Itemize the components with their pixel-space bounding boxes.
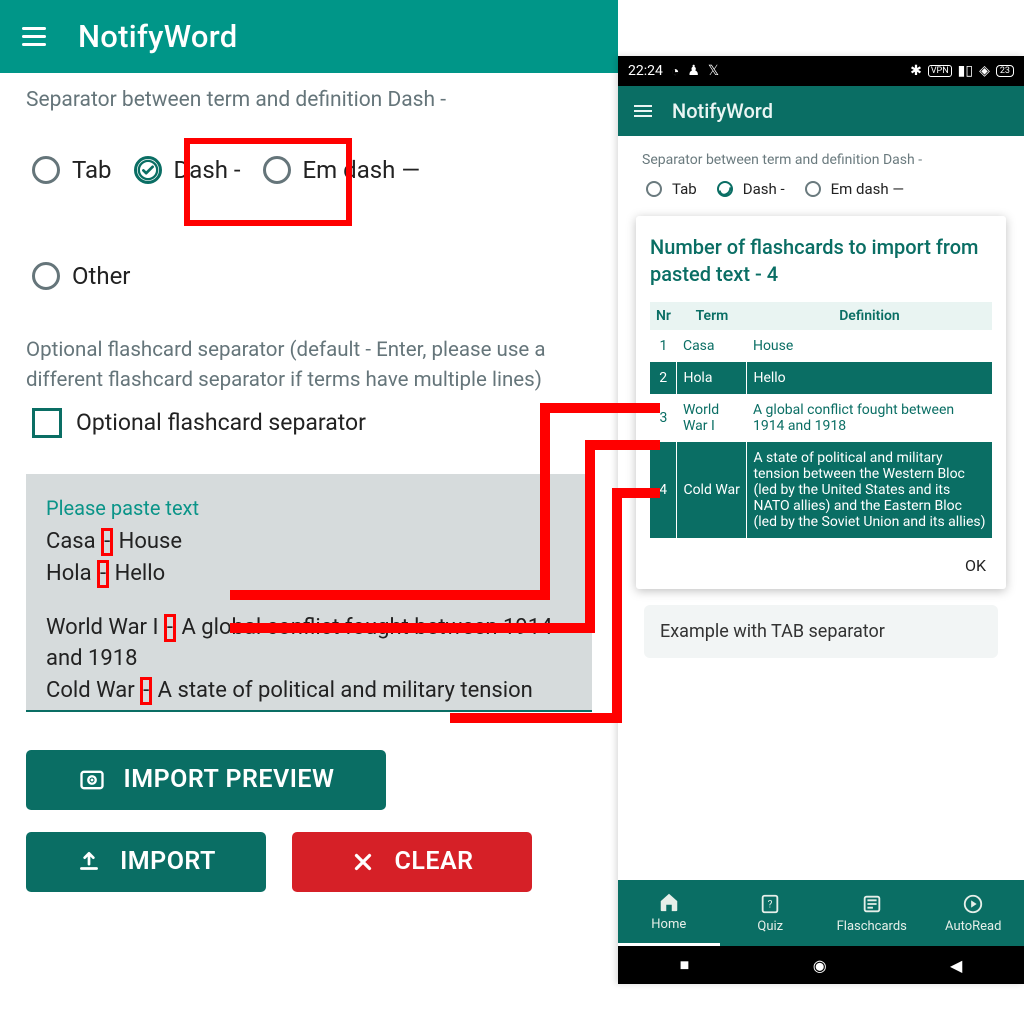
col-nr: Nr xyxy=(650,302,677,330)
phone-mock: 22:24 ◔ ♟ 𝕏 ✱ VPN ▮▯ ◈ 23 NotifyWord Sep… xyxy=(618,56,1024,984)
example-title: Example with TAB separator xyxy=(660,621,885,642)
status-bar: 22:24 ◔ ♟ 𝕏 ✱ VPN ▮▯ ◈ 23 xyxy=(618,56,1024,86)
menu-icon[interactable] xyxy=(18,23,50,50)
close-icon xyxy=(350,849,376,875)
nav-flashcards[interactable]: Flaschcards xyxy=(821,880,923,946)
table-row: 4Cold WarA state of political and milita… xyxy=(650,442,992,538)
signal-icon: ▮▯ xyxy=(958,63,973,79)
nav-flashcards-label: Flaschcards xyxy=(837,919,907,934)
col-def: Definition xyxy=(747,302,992,330)
table-row: 1CasaHouse xyxy=(650,330,992,362)
radio-icon xyxy=(263,156,291,184)
separator-label: Separator between term and definition Da… xyxy=(26,87,592,114)
play-icon xyxy=(962,893,984,915)
menu-icon[interactable] xyxy=(632,103,654,119)
status-icon: 𝕏 xyxy=(708,63,719,79)
radio-tab[interactable]: Tab xyxy=(32,140,112,200)
paste-line-1: Casa - House xyxy=(46,526,572,558)
action-buttons: IMPORT PREVIEW IMPORT CLEAR xyxy=(26,750,592,892)
col-term: Term xyxy=(677,302,747,330)
paste-line-4: Cold War - A state of political and mili… xyxy=(46,675,572,711)
nav-home[interactable]: Home xyxy=(618,880,720,946)
bluetooth-icon: ✱ xyxy=(910,63,922,79)
battery-icon: 23 xyxy=(996,65,1014,77)
wifi-icon: ◈ xyxy=(979,63,990,79)
highlight-dash-1: - xyxy=(101,528,113,556)
paste-line-3: World War I - A global conflict fought b… xyxy=(46,612,572,676)
nav-autoread[interactable]: AutoRead xyxy=(923,880,1024,946)
clear-button[interactable]: CLEAR xyxy=(292,832,532,892)
separator-radio-row2: Other xyxy=(32,246,592,306)
import-preview-label: IMPORT PREVIEW xyxy=(124,765,335,794)
radio-icon xyxy=(32,156,60,184)
appbar: NotifyWord xyxy=(0,0,618,73)
optional-checkbox-label: Optional flashcard separator xyxy=(76,409,366,436)
radio-other-label: Other xyxy=(72,262,130,290)
radio-dash[interactable]: Dash - xyxy=(134,140,241,200)
paste-placeholder: Please paste text xyxy=(46,496,572,520)
paste-text-area[interactable]: Please paste text Casa - House Hola - He… xyxy=(26,474,592,712)
clear-label: CLEAR xyxy=(394,847,473,876)
radio-checked-icon[interactable] xyxy=(717,181,733,197)
radio-icon xyxy=(32,262,60,290)
status-icon: ◔ xyxy=(671,63,679,80)
radio-dash-label: Dash - xyxy=(174,156,241,184)
radio-tab-label: Tab xyxy=(72,156,112,184)
dialog-ok-button[interactable]: OK xyxy=(650,556,986,575)
phone-app-title: NotifyWord xyxy=(672,99,773,123)
radio-emdash-label: Em dash — xyxy=(303,156,421,184)
radio-icon[interactable] xyxy=(646,181,662,197)
app-title: NotifyWord xyxy=(78,18,237,55)
radio-icon[interactable] xyxy=(805,181,821,197)
dialog-title: Number of flashcards to import from past… xyxy=(650,234,992,288)
highlight-dash-3: - xyxy=(164,614,176,642)
nav-back-icon[interactable]: ◀ xyxy=(950,956,962,975)
preview-icon xyxy=(78,766,106,794)
paste-line-2: Hola - Hello xyxy=(46,558,572,590)
phone-radio-row: Tab Dash - Em dash — xyxy=(646,180,996,198)
quiz-icon: ? xyxy=(759,893,781,915)
checkbox-icon xyxy=(32,408,62,438)
status-time: 22:24 xyxy=(628,63,663,79)
highlight-dash-4: - xyxy=(140,677,152,705)
table-row: 3World War IA global conflict fought bet… xyxy=(650,394,992,442)
optional-help-text: Optional flashcard separator (default - … xyxy=(26,336,592,395)
nav-quiz[interactable]: ? Quiz xyxy=(720,880,822,946)
nav-home-icon[interactable]: ◉ xyxy=(813,956,827,975)
nav-quiz-label: Quiz xyxy=(757,919,783,934)
vpn-icon: VPN xyxy=(928,65,952,77)
optional-checkbox[interactable]: Optional flashcard separator xyxy=(32,408,592,438)
table-row: 2HolaHello xyxy=(650,362,992,394)
import-preview-dialog: Number of flashcards to import from past… xyxy=(636,216,1006,589)
preview-table: Nr Term Definition 1CasaHouse 2HolaHello… xyxy=(650,302,992,538)
import-preview-button[interactable]: IMPORT PREVIEW xyxy=(26,750,386,810)
left-panel: NotifyWord Separator between term and de… xyxy=(0,0,618,1024)
system-nav: ■ ◉ ◀ xyxy=(618,946,1024,984)
bottom-nav: Home ? Quiz Flaschcards AutoRead xyxy=(618,880,1024,946)
upload-icon xyxy=(76,849,102,875)
highlight-dash-2: - xyxy=(97,560,109,588)
example-card: Example with TAB separator xyxy=(644,605,998,658)
import-label: IMPORT xyxy=(120,847,216,876)
import-button[interactable]: IMPORT xyxy=(26,832,266,892)
radio-checked-icon xyxy=(134,156,162,184)
flashcards-icon xyxy=(861,893,883,915)
svg-text:?: ? xyxy=(768,899,773,910)
separator-radio-row: Tab Dash - Em dash — xyxy=(32,140,592,200)
radio-other[interactable]: Other xyxy=(32,246,130,306)
radio-emdash-label: Em dash — xyxy=(831,180,904,198)
status-icon: ♟ xyxy=(687,63,700,79)
nav-home-label: Home xyxy=(651,917,686,932)
home-icon xyxy=(658,891,680,913)
phone-separator-label: Separator between term and definition Da… xyxy=(642,152,1000,168)
phone-appbar: NotifyWord xyxy=(618,86,1024,136)
nav-recent-icon[interactable]: ■ xyxy=(680,955,690,975)
radio-dash-label: Dash - xyxy=(743,180,785,198)
nav-autoread-label: AutoRead xyxy=(945,919,1001,934)
radio-tab-label: Tab xyxy=(672,180,697,198)
radio-emdash[interactable]: Em dash — xyxy=(263,140,421,200)
